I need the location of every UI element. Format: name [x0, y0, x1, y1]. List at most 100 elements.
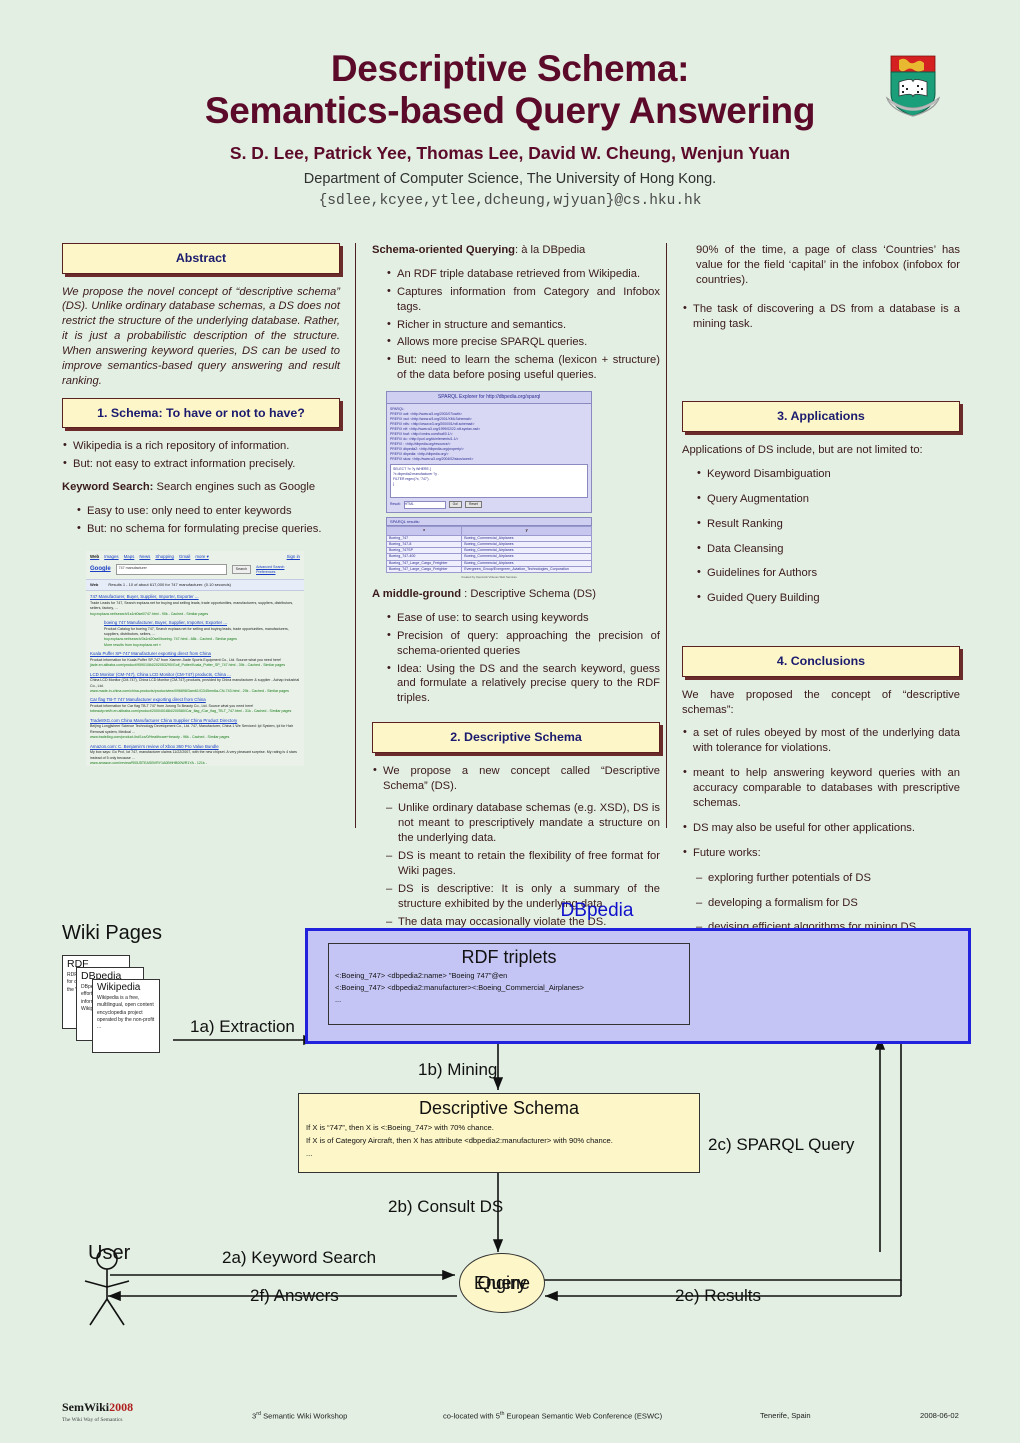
sparql-go-button[interactable]: Go! [448, 501, 463, 509]
result-url[interactable]: www.trade8xg.com/product-list/1cx/0/Heal… [90, 735, 300, 740]
ds-rule-line: ... [306, 1149, 313, 1158]
google-search-input[interactable]: 747 manufacturer [115, 564, 227, 576]
rdf-triplets-title: RDF triplets [461, 947, 557, 967]
sparql-result-label: Result: [390, 502, 401, 507]
edge-label-1a: 1a) Extraction [190, 1017, 295, 1036]
semwiki-logo-year: 2008 [109, 1400, 134, 1414]
result-title[interactable]: Trade8XG.com China Manufacturer China Su… [90, 718, 300, 725]
sparql-format-select[interactable]: HTML [403, 500, 446, 509]
google-nav-shopping[interactable]: Shopping [155, 554, 174, 561]
architecture-diagram: Wiki Pages DBpedia User 1a) Extraction 1… [0, 900, 1020, 1340]
result-url[interactable]: www.made-in-china.com/china-products/pro… [90, 689, 300, 694]
footer-workshop: 3rd Semantic Wiki Workshop [252, 1411, 347, 1421]
google-nav-maps[interactable]: Maps [124, 554, 135, 561]
wiki-page-stack: RDF RDF is a standard model for data int… [62, 955, 174, 1053]
result-url[interactable]: jiade.en.alibaba.com/product/95901084/20… [90, 663, 300, 668]
result-title[interactable]: Amazon.com: C. Benjamin's review of Xbox… [90, 744, 300, 751]
wiki-pages-label: Wiki Pages [62, 922, 163, 944]
list-item: Data Cleansing [696, 541, 960, 557]
applications-list: Keyword Disambiguation Query Augmentatio… [696, 466, 960, 606]
keyword-search-sub-bullets: Easy to use: only need to enter keywords… [76, 503, 340, 537]
section-header-2: 2. Descriptive Schema [372, 722, 660, 753]
poster-footer: SemWiki2008 The Wiki Way of Semantics 3r… [0, 1396, 1020, 1443]
section-header-4: 4. Conclusions [682, 646, 960, 677]
list-item: Precision of query: approaching the prec… [386, 628, 660, 659]
column-header: x [385, 526, 463, 536]
list-item: An RDF triple database retrieved from Wi… [386, 266, 660, 282]
sparql-results-table: x y Boeing_747 Boeing_Commercial_Airplane… [385, 526, 592, 573]
column-divider-1 [355, 243, 356, 828]
list-item: DS is meant to retain the flexibility of… [386, 849, 660, 879]
edge-label-2e: 2e) Results [675, 1286, 761, 1305]
sparql-explorer-title: SPARQL Explorer for http://dbpedia.org/s… [386, 391, 592, 405]
result-title[interactable]: Car flag TB-T 747 Manufacturer exporting… [90, 697, 300, 704]
content-columns: Abstract We propose the novel concept of… [0, 243, 1020, 947]
semwiki-logo-main: SemWiki [62, 1400, 110, 1414]
column-header: y [461, 526, 592, 536]
google-nav-more[interactable]: more ▾ [195, 554, 208, 561]
edge-label-2b: 2b) Consult DS [388, 1197, 504, 1216]
result-title[interactable]: 747 Manufacturer, Buyer, Supplier, Impor… [90, 594, 300, 601]
google-search-button[interactable]: Search [231, 565, 252, 575]
query-engine-line2: Engine [473, 1273, 531, 1293]
sparql-query-textarea[interactable]: SELECT ?x ?y WHERE { ?x dbpedia2:manufac… [390, 463, 588, 498]
wiki-card-wikipedia: Wikipedia Wikipedia is a free, multiling… [92, 979, 160, 1053]
title-line-1: Descriptive Schema: [330, 48, 690, 89]
list-item: Future works: [682, 845, 960, 861]
result-title[interactable]: LCD Monitor (CM-747), China LCD Monitor … [90, 672, 300, 679]
result-snippet: Beijing Longjisheer Science Technology D… [90, 724, 294, 734]
footer-workshop-text: Semantic Wiki Workshop [260, 1411, 348, 1421]
list-item: Guided Query Building [696, 590, 960, 606]
poster-header: Descriptive Schema: Semantics-based Quer… [0, 0, 1020, 209]
list-item: DS may also be useful for other applicat… [682, 820, 960, 836]
keyword-search-line: Keyword Search: Search engines such as G… [62, 480, 340, 495]
list-item: meant to help answering keyword queries … [682, 765, 960, 811]
result-url[interactable]: www.amazon.com/review/R05J5TEASBVRY1A0BH… [90, 761, 300, 766]
result-url[interactable]: buy.ecplaza.net/search/1s1nt0sell/747.ht… [90, 612, 300, 617]
page-title: Descriptive Schema: Semantics-based Quer… [0, 48, 1020, 132]
google-nav-web[interactable]: Web [90, 554, 99, 561]
google-signin-link[interactable]: Sign in [287, 554, 300, 561]
google-results-tab: Web [90, 582, 99, 588]
keyword-search-lead: Keyword Search: [62, 481, 154, 494]
list-item: Allows more precise SPARQL queries. [386, 334, 660, 350]
rdf-triplet-line: <:Boeing_747> <dbpedia2:name> "Boeing 74… [335, 971, 508, 980]
result-title[interactable]: Koala Puffer SP-747 Manufacturer exporti… [90, 651, 300, 658]
list-item: Wikipedia is a rich repository of inform… [62, 438, 340, 454]
result-more-link[interactable]: More results from buy.ecplaza.net » [104, 643, 300, 648]
list-item: Query Augmentation [696, 491, 960, 507]
sparql-results-footer: Created by OpenLink Virtuoso Web Service… [461, 574, 517, 579]
column-2: Schema-oriented Querying: à la DBpedia A… [372, 243, 660, 956]
list-item: Koala Puffer SP-747 Manufacturer exporti… [90, 651, 300, 668]
list-item: But: need to learn the schema (lexicon +… [386, 352, 660, 383]
schema-oriented-bullets: An RDF triple database retrieved from Wi… [386, 266, 660, 383]
google-preferences-link[interactable]: Preferences [256, 570, 284, 574]
section-header-3: 3. Applications [682, 401, 960, 432]
google-results-list: 747 Manufacturer, Buyer, Supplier, Impor… [86, 591, 304, 766]
result-url[interactable]: tobeauty.net/b.en.alibaba.com/product/20… [90, 709, 300, 714]
title-line-2: Semantics-based Query Answering [204, 89, 816, 131]
list-item: We propose a new concept called “Descrip… [372, 763, 660, 794]
rdf-triplet-line: <:Boeing_747> <dbpedia2:manufacturer><:B… [335, 983, 584, 992]
list-item: boeing 747 Manufacturer, Buyer, Supplier… [104, 620, 300, 648]
google-nav-images[interactable]: Images [104, 554, 118, 561]
sparql-prefix: PREFIX skos: <http://www.w3.org/2004/02/… [390, 456, 474, 461]
list-item: LCD Monitor (CM-747), China LCD Monitor … [90, 672, 300, 695]
result-title[interactable]: boeing 747 Manufacturer, Buyer, Supplier… [104, 620, 300, 627]
result-snippet: My box says: Go Pro!, lot 747, manufactu… [90, 750, 297, 760]
google-nav-gmail[interactable]: Gmail [179, 554, 190, 561]
sparql-reset-button[interactable]: Reset [465, 501, 482, 509]
schema-oriented-rest: : à la DBpedia [515, 244, 586, 256]
cell-y[interactable]: Evergreen_Group/Evergreen_Aviation_Techn… [461, 565, 592, 573]
sparql-query-line: } [393, 481, 395, 486]
cell-x[interactable]: Boeing_747_Large_Cargo_Freighter [385, 565, 463, 573]
rdf-triplet-line: ... [335, 995, 342, 1004]
google-nav-news[interactable]: News [139, 554, 150, 561]
mining-task-bullets: The task of discovering a DS from a data… [682, 301, 960, 332]
card-title: Wikipedia [97, 982, 141, 993]
rule-example-text: 90% of the time, a page of class ‘Countr… [696, 244, 960, 286]
list-item: Idea: Using the DS and the search keywor… [386, 661, 660, 707]
dbpedia-container: RDF triplets <:Boeing_747> <dbpedia2:nam… [305, 928, 971, 1044]
list-item: Guidelines for Authors [696, 565, 960, 581]
footer-location: Tenerife, Spain [760, 1411, 811, 1420]
